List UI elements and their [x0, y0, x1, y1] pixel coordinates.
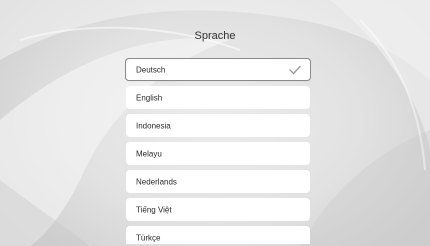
- language-label: Deutsch: [136, 65, 166, 74]
- language-list[interactable]: Deutsch English Indonesia Melayu Nederla…: [125, 58, 311, 244]
- check-icon: [289, 65, 301, 74]
- language-option-turkce[interactable]: Türkçe: [126, 226, 310, 244]
- language-label: Tiếng Việt: [136, 205, 172, 214]
- language-label: Nederlands: [136, 177, 177, 186]
- language-label: Indonesia: [136, 121, 171, 130]
- language-label: English: [136, 93, 163, 102]
- page-title: Sprache: [194, 30, 236, 42]
- language-label: Türkçe: [136, 233, 161, 242]
- language-option-indonesia[interactable]: Indonesia: [126, 114, 310, 137]
- language-option-tieng-viet[interactable]: Tiếng Việt: [126, 198, 310, 221]
- language-option-deutsch[interactable]: Deutsch: [125, 58, 311, 81]
- language-screen: Sprache Deutsch English Indonesia Melayu…: [0, 0, 430, 246]
- language-option-nederlands[interactable]: Nederlands: [126, 170, 310, 193]
- language-option-melayu[interactable]: Melayu: [126, 142, 310, 165]
- language-option-english[interactable]: English: [126, 86, 310, 109]
- language-label: Melayu: [136, 149, 162, 158]
